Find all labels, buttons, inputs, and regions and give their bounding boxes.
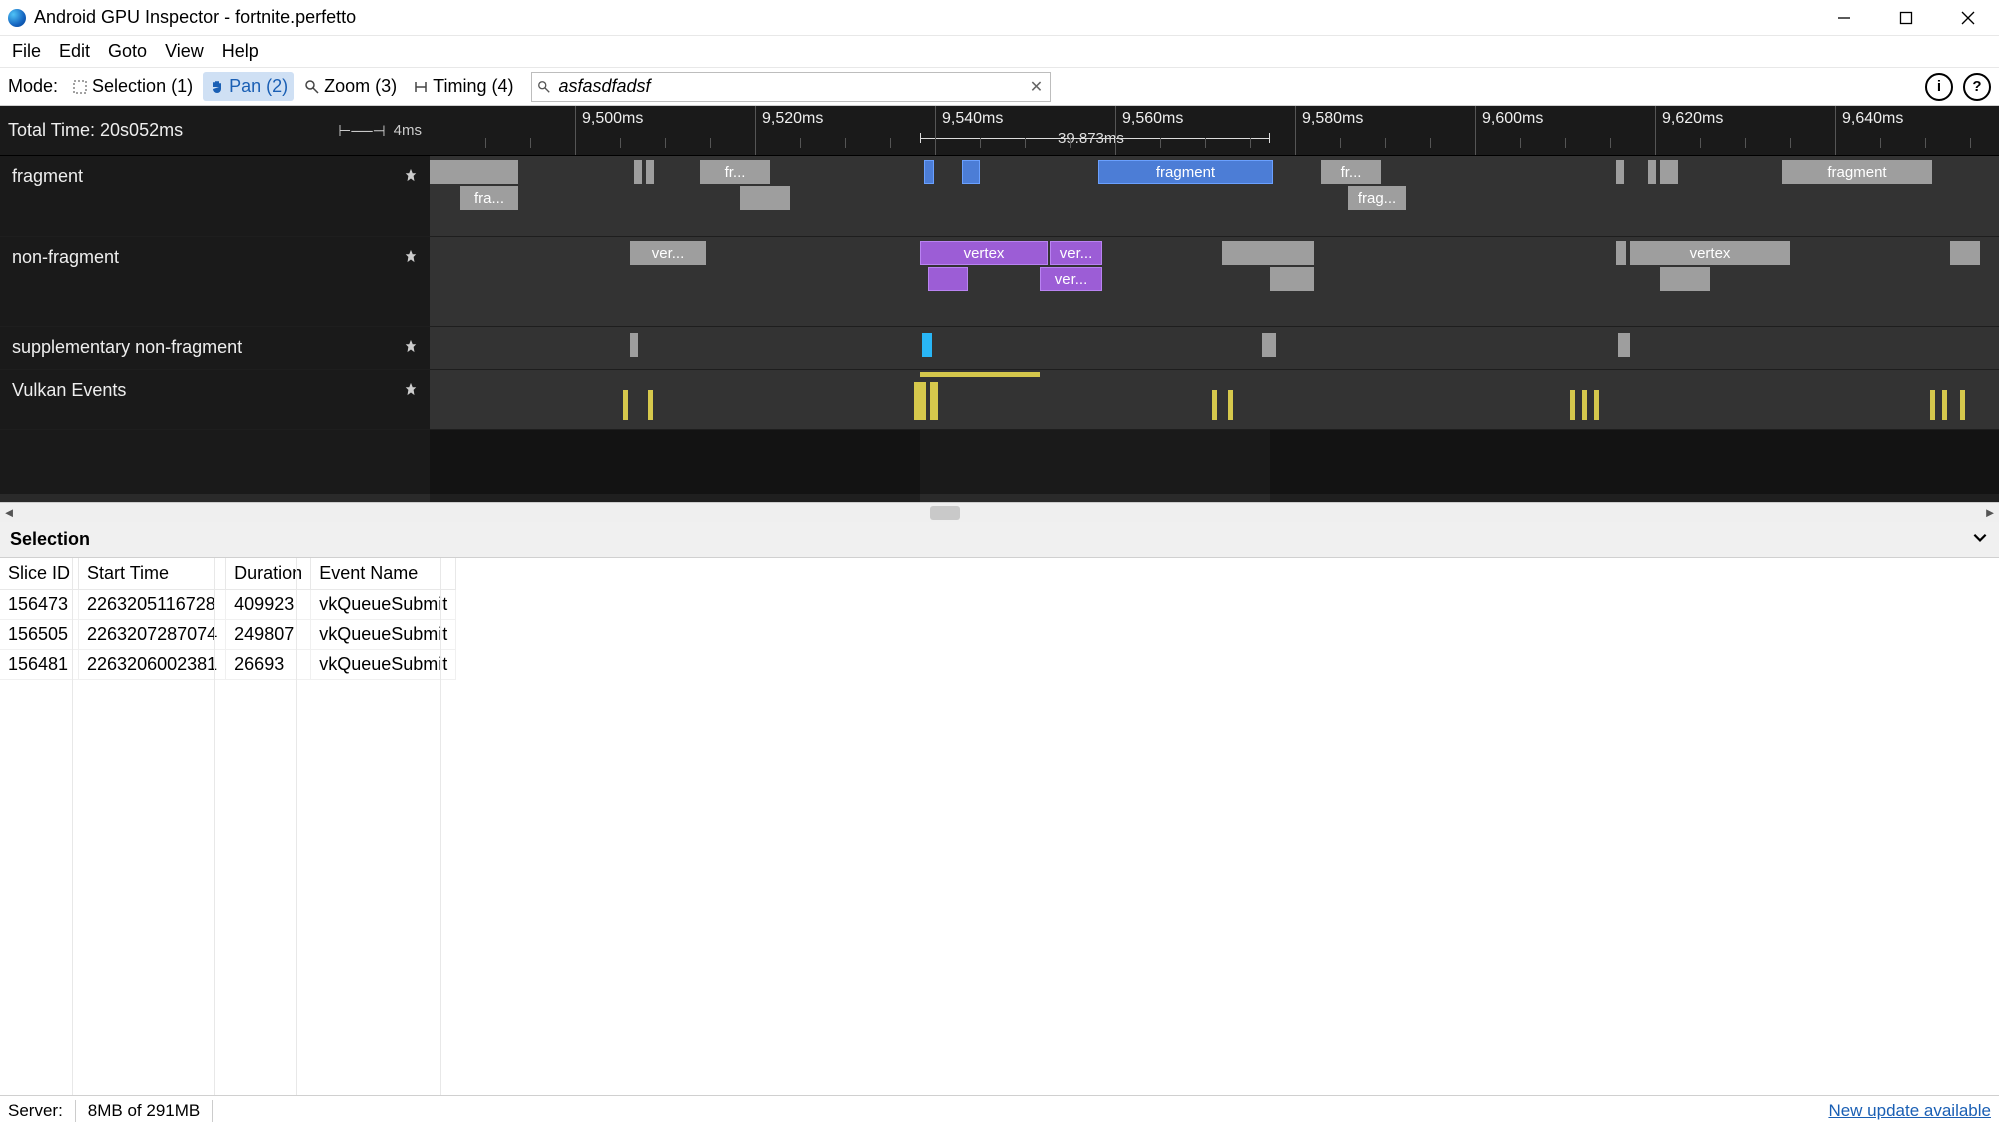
- col-event-name[interactable]: Event Name: [311, 558, 456, 590]
- pin-icon[interactable]: [404, 337, 418, 358]
- track-label: supplementary non-fragment: [12, 337, 242, 358]
- close-button[interactable]: [1937, 0, 1999, 36]
- mode-selection-label: Selection (1): [92, 76, 193, 97]
- menu-bar: File Edit Goto View Help: [0, 36, 1999, 68]
- timeline-panel: Total Time: 20s052ms ⊢──⊣ 4ms 9,500ms 9,…: [0, 106, 1999, 502]
- server-label: Server:: [8, 1101, 63, 1121]
- search-icon: [532, 80, 556, 94]
- tick-1: 9,520ms: [762, 110, 823, 128]
- menu-help[interactable]: Help: [214, 37, 267, 66]
- search-box[interactable]: ✕: [531, 72, 1051, 102]
- scroll-thumb[interactable]: [930, 506, 960, 520]
- tick-6: 9,620ms: [1662, 110, 1723, 128]
- selection-title: Selection: [10, 529, 90, 550]
- time-ruler[interactable]: 9,500ms 9,520ms 9,540ms 9,560ms 9,580ms …: [430, 106, 1999, 155]
- tick-3: 9,560ms: [1122, 110, 1183, 128]
- search-input[interactable]: [556, 73, 1022, 101]
- scroll-right-icon[interactable]: ►: [1981, 505, 1999, 520]
- mode-pan[interactable]: Pan (2): [203, 72, 294, 101]
- total-time-cell: Total Time: 20s052ms ⊢──⊣ 4ms: [0, 106, 430, 155]
- window-buttons: [1813, 0, 1999, 36]
- title-bar: Android GPU Inspector - fortnite.perfett…: [0, 0, 1999, 36]
- total-time-label: Total Time: 20s052ms: [8, 120, 183, 141]
- track-non-fragment[interactable]: non-fragment ver... vertex ver... ver...…: [0, 237, 1999, 327]
- pin-icon[interactable]: [404, 247, 418, 268]
- menu-view[interactable]: View: [157, 37, 212, 66]
- selection-header[interactable]: Selection: [0, 522, 1999, 558]
- tick-0: 9,500ms: [582, 110, 643, 128]
- timeline-scrollbar[interactable]: ◄ ►: [0, 502, 1999, 522]
- maximize-button[interactable]: [1875, 0, 1937, 36]
- table-row[interactable]: 156481 2263206002381 26693 vkQueueSubmit: [0, 650, 456, 680]
- zoom-step-label: 4ms: [394, 122, 422, 139]
- tick-5: 9,600ms: [1482, 110, 1543, 128]
- track-label: fragment: [12, 166, 83, 187]
- menu-edit[interactable]: Edit: [51, 37, 98, 66]
- help-icon[interactable]: ?: [1963, 73, 1991, 101]
- col-slice-id[interactable]: Slice ID: [0, 558, 79, 590]
- mode-label: Mode:: [8, 76, 58, 97]
- table-row[interactable]: 156505 2263207287074 249807 vkQueueSubmi…: [0, 620, 456, 650]
- status-bar: Server: 8MB of 291MB New update availabl…: [0, 1095, 1999, 1125]
- mode-zoom-label: Zoom (3): [324, 76, 397, 97]
- mode-timing-label: Timing (4): [433, 76, 513, 97]
- tick-7: 9,640ms: [1842, 110, 1903, 128]
- mode-timing[interactable]: Timing (4): [407, 72, 519, 101]
- pin-icon[interactable]: [404, 166, 418, 187]
- scroll-left-icon[interactable]: ◄: [0, 505, 18, 520]
- timeline-empty: [0, 430, 1999, 494]
- track-supplementary[interactable]: supplementary non-fragment: [0, 327, 1999, 370]
- hand-icon: [209, 79, 225, 95]
- col-start-time[interactable]: Start Time: [79, 558, 226, 590]
- track-fragment[interactable]: fragment fra... fr... fragment fr... fra…: [0, 156, 1999, 237]
- memory-usage: 8MB of 291MB: [88, 1101, 200, 1121]
- window-title: Android GPU Inspector - fortnite.perfett…: [34, 7, 356, 28]
- minimize-button[interactable]: [1813, 0, 1875, 36]
- update-link[interactable]: New update available: [1828, 1101, 1991, 1121]
- menu-file[interactable]: File: [4, 37, 49, 66]
- mode-bar: Mode: Selection (1) Pan (2) Zoom (3) Tim…: [0, 68, 1999, 106]
- table-row[interactable]: 156473 2263205116728 409923 vkQueueSubmi…: [0, 590, 456, 620]
- track-vulkan-events[interactable]: Vulkan Events: [0, 370, 1999, 430]
- pin-icon[interactable]: [404, 380, 418, 401]
- timing-icon: [413, 79, 429, 95]
- range-label: 39.873ms: [1058, 130, 1124, 147]
- track-label: non-fragment: [12, 247, 119, 268]
- app-icon: [8, 9, 26, 27]
- time-ruler-row: Total Time: 20s052ms ⊢──⊣ 4ms 9,500ms 9,…: [0, 106, 1999, 156]
- selection-icon: [72, 79, 88, 95]
- menu-goto[interactable]: Goto: [100, 37, 155, 66]
- selection-grid[interactable]: Slice ID Start Time Duration Event Name …: [0, 558, 1999, 1095]
- mode-selection[interactable]: Selection (1): [66, 72, 199, 101]
- zoom-icon: [304, 79, 320, 95]
- info-icon[interactable]: i: [1925, 73, 1953, 101]
- zoom-scale-icon: ⊢──⊣: [338, 122, 385, 140]
- track-label: Vulkan Events: [12, 380, 126, 401]
- tick-4: 9,580ms: [1302, 110, 1363, 128]
- col-duration[interactable]: Duration: [226, 558, 311, 590]
- mode-pan-label: Pan (2): [229, 76, 288, 97]
- tick-2: 9,540ms: [942, 110, 1003, 128]
- mode-zoom[interactable]: Zoom (3): [298, 72, 403, 101]
- chevron-down-icon[interactable]: [1971, 528, 1989, 551]
- clear-search-icon[interactable]: ✕: [1022, 77, 1050, 97]
